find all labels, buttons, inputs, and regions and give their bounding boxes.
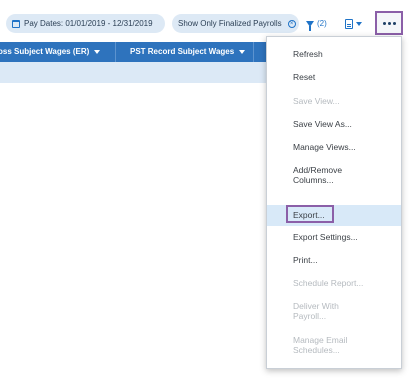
column-divider[interactable]	[253, 42, 254, 62]
menu-item-save-view-as[interactable]: Save View As...	[267, 119, 401, 129]
filter-icon	[306, 20, 314, 31]
menu-item-label: Print...	[293, 255, 318, 265]
menu-item-reset[interactable]: Reset	[267, 72, 401, 82]
column-header-label: oss Subject Wages (ER)	[0, 47, 90, 56]
more-options-icon	[392, 21, 396, 25]
menu-item-label: Reset	[293, 72, 316, 82]
more-options-button[interactable]	[375, 11, 403, 35]
menu-item-schedule-report: Schedule Report...	[267, 278, 401, 288]
menu-item-label: Schedules...	[293, 345, 340, 355]
column-divider[interactable]	[115, 42, 116, 62]
menu-item-label: Save View As...	[293, 119, 352, 129]
menu-item-refresh[interactable]: Refresh	[267, 49, 401, 59]
chevron-down-icon	[356, 21, 362, 26]
menu-item-label: Columns...	[293, 175, 334, 185]
menu-item-label: Manage Views...	[293, 142, 356, 152]
menu-item-export-settings[interactable]: Export Settings...	[267, 232, 401, 242]
report-view: Pay Dates: 01/01/2019 - 12/31/2019 Show …	[0, 0, 414, 379]
chevron-down-icon[interactable]	[239, 50, 246, 54]
menu-item-save-view: Save View...	[267, 96, 401, 106]
column-header-label: PST Record Subject Wages	[130, 47, 235, 56]
menu-item-manage-email-schedules: Manage Email Schedules...	[267, 335, 401, 355]
menu-item-print[interactable]: Print...	[267, 255, 401, 265]
column-header-gross-subject-wages[interactable]: oss Subject Wages (ER)	[0, 42, 101, 62]
menu-item-add-remove-columns[interactable]: Add/Remove Columns...	[267, 165, 401, 185]
finalized-payrolls-chip[interactable]: Show Only Finalized Payrolls ×	[172, 14, 299, 33]
finalized-payrolls-label: Show Only Finalized Payrolls	[178, 19, 282, 28]
document-menu-button[interactable]	[345, 14, 362, 33]
more-options-menu: Refresh Reset Save View... Save View As... M…	[266, 36, 402, 369]
menu-item-label: Schedule Report...	[293, 278, 364, 288]
menu-item-deliver-with-payroll: Deliver With Payroll...	[267, 301, 401, 321]
column-header-pst-record-subject-wages[interactable]: PST Record Subject Wages	[130, 42, 246, 62]
menu-item-label: Export Settings...	[293, 232, 358, 242]
export-highlight-box	[286, 205, 334, 223]
filter-count: (2)	[317, 19, 327, 28]
menu-item-label: Refresh	[293, 49, 323, 59]
menu-item-label: Save View...	[293, 96, 340, 106]
filter-button[interactable]: (2)	[306, 14, 327, 33]
pay-dates-filter-chip[interactable]: Pay Dates: 01/01/2019 - 12/31/2019	[6, 14, 165, 33]
menu-item-manage-views[interactable]: Manage Views...	[267, 142, 401, 152]
more-options-icon	[387, 21, 391, 25]
grid-right-edge	[402, 42, 414, 379]
document-icon	[345, 18, 353, 29]
menu-item-label: Add/Remove	[293, 165, 343, 175]
clear-filter-icon[interactable]: ×	[287, 19, 296, 28]
pay-dates-label: Pay Dates: 01/01/2019 - 12/31/2019	[24, 19, 153, 28]
menu-item-label: Payroll...	[293, 311, 327, 321]
menu-item-label: Deliver With	[293, 301, 339, 311]
calendar-icon	[12, 19, 20, 28]
menu-item-label: Manage Email	[293, 335, 348, 345]
chevron-down-icon[interactable]	[94, 50, 101, 54]
more-options-icon	[382, 21, 386, 25]
